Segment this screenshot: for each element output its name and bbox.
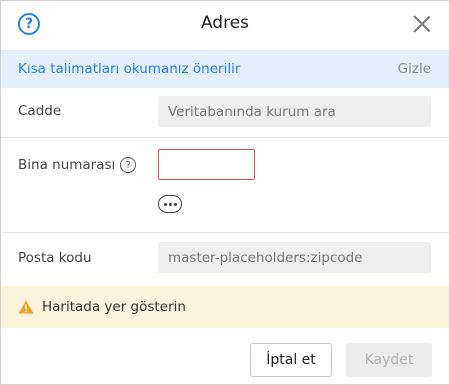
divider	[1, 137, 449, 138]
divider	[1, 232, 449, 233]
building-number-label-text: Bina numarası	[18, 157, 116, 173]
close-icon[interactable]	[413, 15, 431, 33]
show-on-map-link[interactable]: Haritada yer gösterin	[42, 299, 186, 315]
save-button[interactable]: Kaydet	[346, 343, 432, 377]
street-search-input[interactable]	[158, 96, 431, 127]
dialog-header: ? Adres	[1, 1, 449, 49]
info-question-icon[interactable]: ?	[120, 157, 137, 173]
dialog-title: Adres	[200, 13, 250, 33]
cancel-button[interactable]: İptal et	[250, 343, 332, 377]
postal-code-input[interactable]	[158, 242, 431, 273]
instructions-hint-bar: Kısa talimatları okumanız önerilir Gizle	[1, 50, 449, 88]
ellipsis-icon	[168, 202, 172, 206]
building-number-input[interactable]	[158, 149, 255, 180]
map-warning-bar: Haritada yer gösterin	[1, 286, 449, 328]
postal-code-label: Posta kodu	[18, 250, 92, 266]
instructions-link[interactable]: Kısa talimatları okumanız önerilir	[18, 61, 240, 77]
info-icon-glyph: ?	[125, 159, 131, 171]
ellipsis-icon	[163, 202, 167, 206]
street-label: Cadde	[18, 103, 62, 119]
building-number-label: Bina numarası?	[18, 157, 137, 173]
warning-icon	[18, 300, 34, 314]
hide-hint-button[interactable]: Gizle	[398, 61, 431, 77]
address-dialog: ? Adres Kısa talimatları okumanız öneril…	[0, 0, 450, 385]
ellipsis-icon	[173, 202, 177, 206]
more-options-button[interactable]	[158, 195, 182, 213]
